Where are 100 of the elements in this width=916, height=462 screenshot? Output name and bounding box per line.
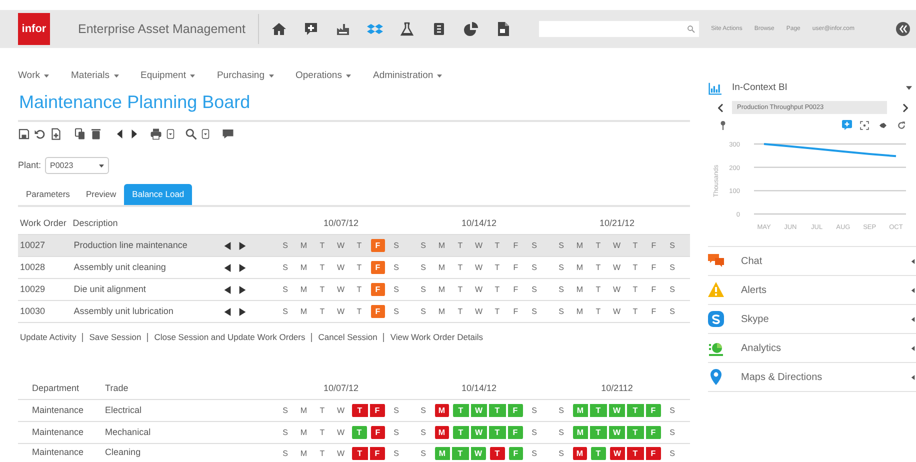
previous-icon[interactable] <box>224 286 232 294</box>
day-label: S <box>530 306 538 318</box>
day-label: S <box>282 306 289 318</box>
day-label: S <box>668 405 676 417</box>
day-label: T <box>356 262 363 274</box>
table-cell-text: 10029 <box>20 282 46 296</box>
previous-icon[interactable] <box>224 264 232 272</box>
fish-icon[interactable] <box>877 122 889 129</box>
load-marker: T <box>350 446 368 460</box>
plant-select[interactable]: P0023 <box>45 157 110 174</box>
day-label: W <box>336 427 346 439</box>
week-date: 10/07/12 <box>323 382 359 395</box>
flask-icon[interactable] <box>399 21 415 37</box>
menu-item[interactable]: Materials <box>71 69 119 84</box>
day-label: S <box>282 427 289 439</box>
day-label: S <box>558 448 565 460</box>
day-label: S <box>558 240 565 252</box>
next-icon[interactable] <box>902 102 908 113</box>
search-icon[interactable] <box>185 128 197 140</box>
day-label: T <box>356 306 363 318</box>
day-label: S <box>530 262 538 274</box>
tab[interactable]: Balance Load <box>124 184 192 205</box>
table-cell-text: Cleaning <box>105 446 142 460</box>
document-icon[interactable] <box>431 21 447 37</box>
copy-icon[interactable] <box>74 128 86 140</box>
expand-icon[interactable] <box>860 120 869 130</box>
previous-icon[interactable] <box>224 308 232 316</box>
tab[interactable]: Parameters <box>18 184 78 205</box>
side-panel-item[interactable]: Chat <box>708 247 916 276</box>
next-icon[interactable] <box>239 286 246 294</box>
caret-icon[interactable] <box>906 86 912 90</box>
bar-chart-icon <box>708 82 722 95</box>
next-icon[interactable] <box>239 308 246 316</box>
add-comment-icon[interactable] <box>303 21 319 37</box>
pin-icon[interactable] <box>720 120 726 130</box>
table-row[interactable]: 10029 Die unit alignment S M T W T F S S M T W T F S S M T W T F S <box>18 279 690 301</box>
action-link[interactable]: Close Session and Update Work Orders <box>147 333 312 342</box>
day-label: M <box>575 262 584 274</box>
day-label: W <box>336 448 346 460</box>
undo-icon[interactable] <box>34 128 46 140</box>
delete-icon[interactable] <box>90 128 102 140</box>
load-marker: W <box>608 425 626 440</box>
dropdown-icon[interactable] <box>166 128 175 140</box>
page-title: Maintenance Planning Board <box>19 91 252 114</box>
load-marker: F <box>368 446 387 460</box>
table-cell-text: Maintenance <box>32 446 85 460</box>
home-icon[interactable] <box>271 21 287 37</box>
expand-arrow-icon <box>911 316 915 322</box>
side-panel-item[interactable]: Maps & Directions <box>708 363 916 392</box>
day-label: S <box>392 284 400 296</box>
load-marker: M <box>570 425 589 440</box>
day-label: S <box>282 405 289 417</box>
save-icon[interactable] <box>18 128 30 140</box>
day-label: S <box>282 240 289 252</box>
day-label: S <box>558 427 565 439</box>
menu-item[interactable]: Operations <box>296 69 351 84</box>
next-icon[interactable] <box>239 264 246 272</box>
table-row[interactable]: 10027 Production line maintenance S M T W T F S S M T W T F S S M T W T F S <box>18 235 690 257</box>
table-row[interactable]: 10030 Assembly unit lubrication S M T W T F S S M T W T F S S M T W T F S <box>18 301 690 323</box>
action-link[interactable]: Cancel Session <box>311 333 384 342</box>
week-date: 10/2112 <box>601 382 633 395</box>
previous-icon[interactable] <box>718 102 724 113</box>
day-label: T <box>632 240 639 252</box>
day-label: W <box>612 284 622 296</box>
day-label: S <box>392 240 400 252</box>
menu-item[interactable]: Purchasing <box>216 69 274 84</box>
load-marker: W <box>608 403 626 418</box>
action-link[interactable]: View Work Order Details <box>383 333 490 342</box>
tab[interactable]: Preview <box>78 184 124 205</box>
print-icon[interactable] <box>150 128 162 140</box>
next-icon[interactable] <box>239 242 246 250</box>
day-label: T <box>632 262 639 274</box>
day-label: F <box>512 262 520 274</box>
table-row[interactable]: 10028 Assembly unit cleaning S M T W T F S S M T W T F S S M T W T F S <box>18 257 690 279</box>
panel-title: In-Context BI <box>732 81 788 95</box>
previous-icon[interactable] <box>224 242 232 250</box>
menu-item[interactable]: Work <box>18 69 49 84</box>
menu-item[interactable]: Administration <box>372 69 442 84</box>
file-icon[interactable] <box>495 21 511 37</box>
side-panel-item[interactable]: Skype <box>708 305 916 334</box>
refresh-icon[interactable] <box>897 120 906 130</box>
pie-chart-icon[interactable] <box>463 21 479 37</box>
menu-item[interactable]: Equipment <box>140 69 195 84</box>
side-panel-item[interactable]: Alerts <box>708 276 916 306</box>
table-cell-text: Production line maintenance <box>74 238 188 252</box>
comment-icon[interactable] <box>222 128 234 140</box>
day-label: S <box>530 427 538 439</box>
action-link[interactable]: Update Activity <box>18 333 82 342</box>
load-marker: T <box>350 425 368 440</box>
load-marker: M <box>432 403 451 418</box>
factory-icon[interactable] <box>335 21 351 37</box>
column-header: Work Order <box>20 216 68 230</box>
action-link[interactable]: Save Session <box>82 333 148 342</box>
day-label: W <box>474 306 484 318</box>
new-document-icon[interactable] <box>50 128 62 140</box>
dropdown-icon[interactable] <box>201 128 210 140</box>
search-field[interactable] <box>539 21 699 37</box>
day-label: W <box>474 240 484 252</box>
collapse-icon[interactable] <box>896 22 910 36</box>
side-panel-item[interactable]: Analytics <box>708 334 916 364</box>
